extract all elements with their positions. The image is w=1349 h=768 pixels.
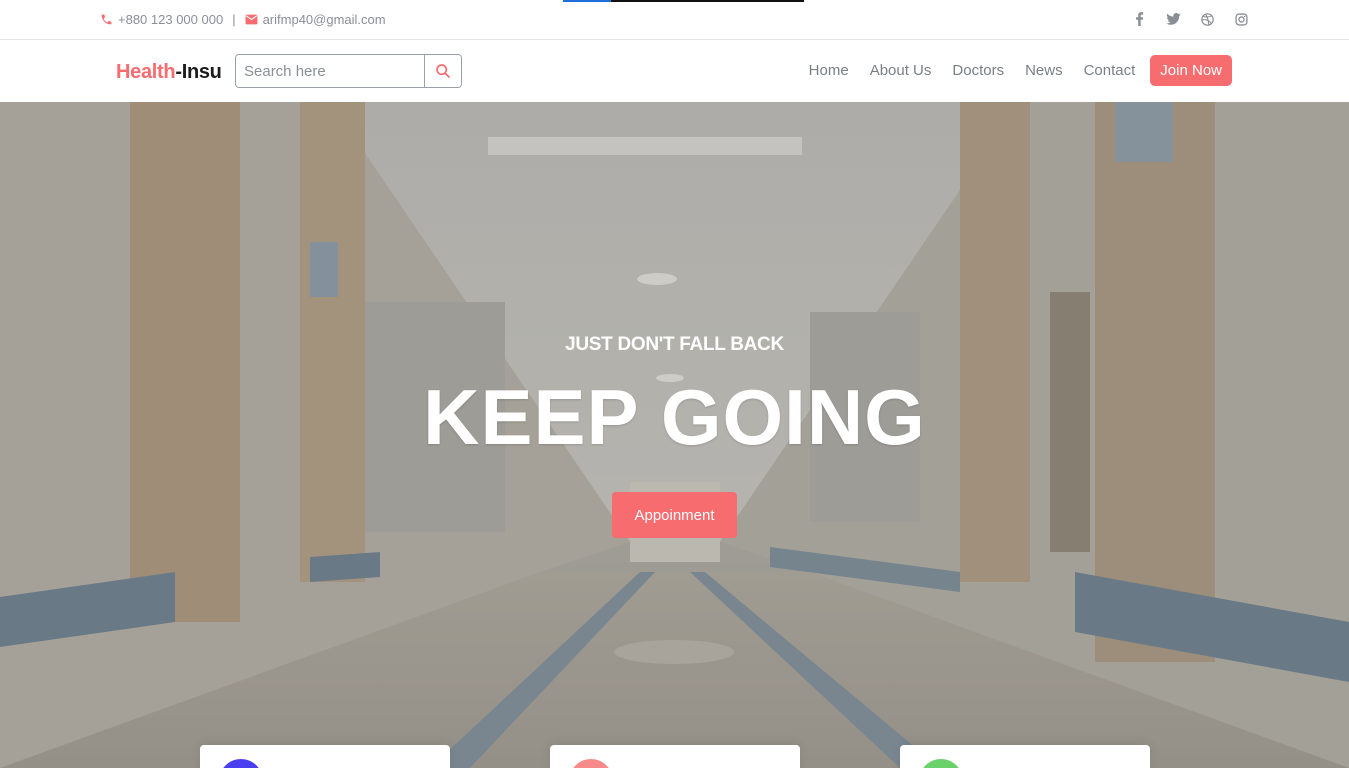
phone-item[interactable]: +880 123 000 000 [100, 12, 223, 27]
main-menu: Home About Us Doctors News Contact Join … [788, 55, 1232, 86]
service-card-1[interactable] [200, 745, 450, 768]
search-icon [436, 64, 450, 78]
email-item[interactable]: arifmp40@gmail.com [245, 12, 386, 27]
nav-home[interactable]: Home [809, 62, 849, 79]
nav-news[interactable]: News [1025, 62, 1063, 79]
service-card-3-icon [919, 759, 963, 768]
join-now-button[interactable]: Join Now [1150, 55, 1232, 86]
phone-icon [101, 14, 112, 25]
search-input[interactable] [236, 55, 424, 87]
service-card-1-icon [219, 759, 263, 768]
nav-contact[interactable]: Contact [1084, 62, 1136, 79]
page-load-progress [563, 0, 804, 2]
search-button[interactable] [424, 55, 461, 87]
top-bar: +880 123 000 000 | arifmp40@gmail.com [0, 0, 1349, 40]
appointment-button[interactable]: Appoinment [612, 492, 737, 538]
logo-part-health: Health [116, 61, 176, 83]
service-card-3[interactable] [900, 745, 1150, 768]
social-links [1131, 11, 1249, 27]
contact-info: +880 123 000 000 | arifmp40@gmail.com [100, 12, 386, 27]
page-load-progress-fill [563, 0, 612, 2]
hero-tagline: JUST DON'T FALL BACK [565, 334, 784, 355]
hero-section: JUST DON'T FALL BACK KEEP GOING Appoinme… [0, 102, 1349, 768]
nav-doctors[interactable]: Doctors [952, 62, 1004, 79]
search-box [235, 54, 462, 88]
email-address: arifmp40@gmail.com [262, 12, 386, 27]
contact-separator: | [232, 12, 236, 27]
twitter-icon[interactable] [1165, 11, 1181, 27]
dribbble-icon[interactable] [1199, 11, 1215, 27]
mail-icon [245, 14, 258, 25]
phone-number: +880 123 000 000 [118, 12, 224, 27]
instagram-icon[interactable] [1233, 11, 1249, 27]
logo-part-insu: -Insu [175, 61, 222, 83]
facebook-icon[interactable] [1131, 11, 1147, 27]
site-logo[interactable]: Health-Insu [116, 61, 222, 84]
hero-headline: KEEP GOING [423, 373, 926, 461]
service-card-2[interactable] [550, 745, 800, 768]
service-card-2-icon [569, 759, 613, 768]
nav-about-us[interactable]: About Us [870, 62, 932, 79]
main-navbar: Health-Insu Home About Us Doctors News C… [0, 40, 1349, 102]
